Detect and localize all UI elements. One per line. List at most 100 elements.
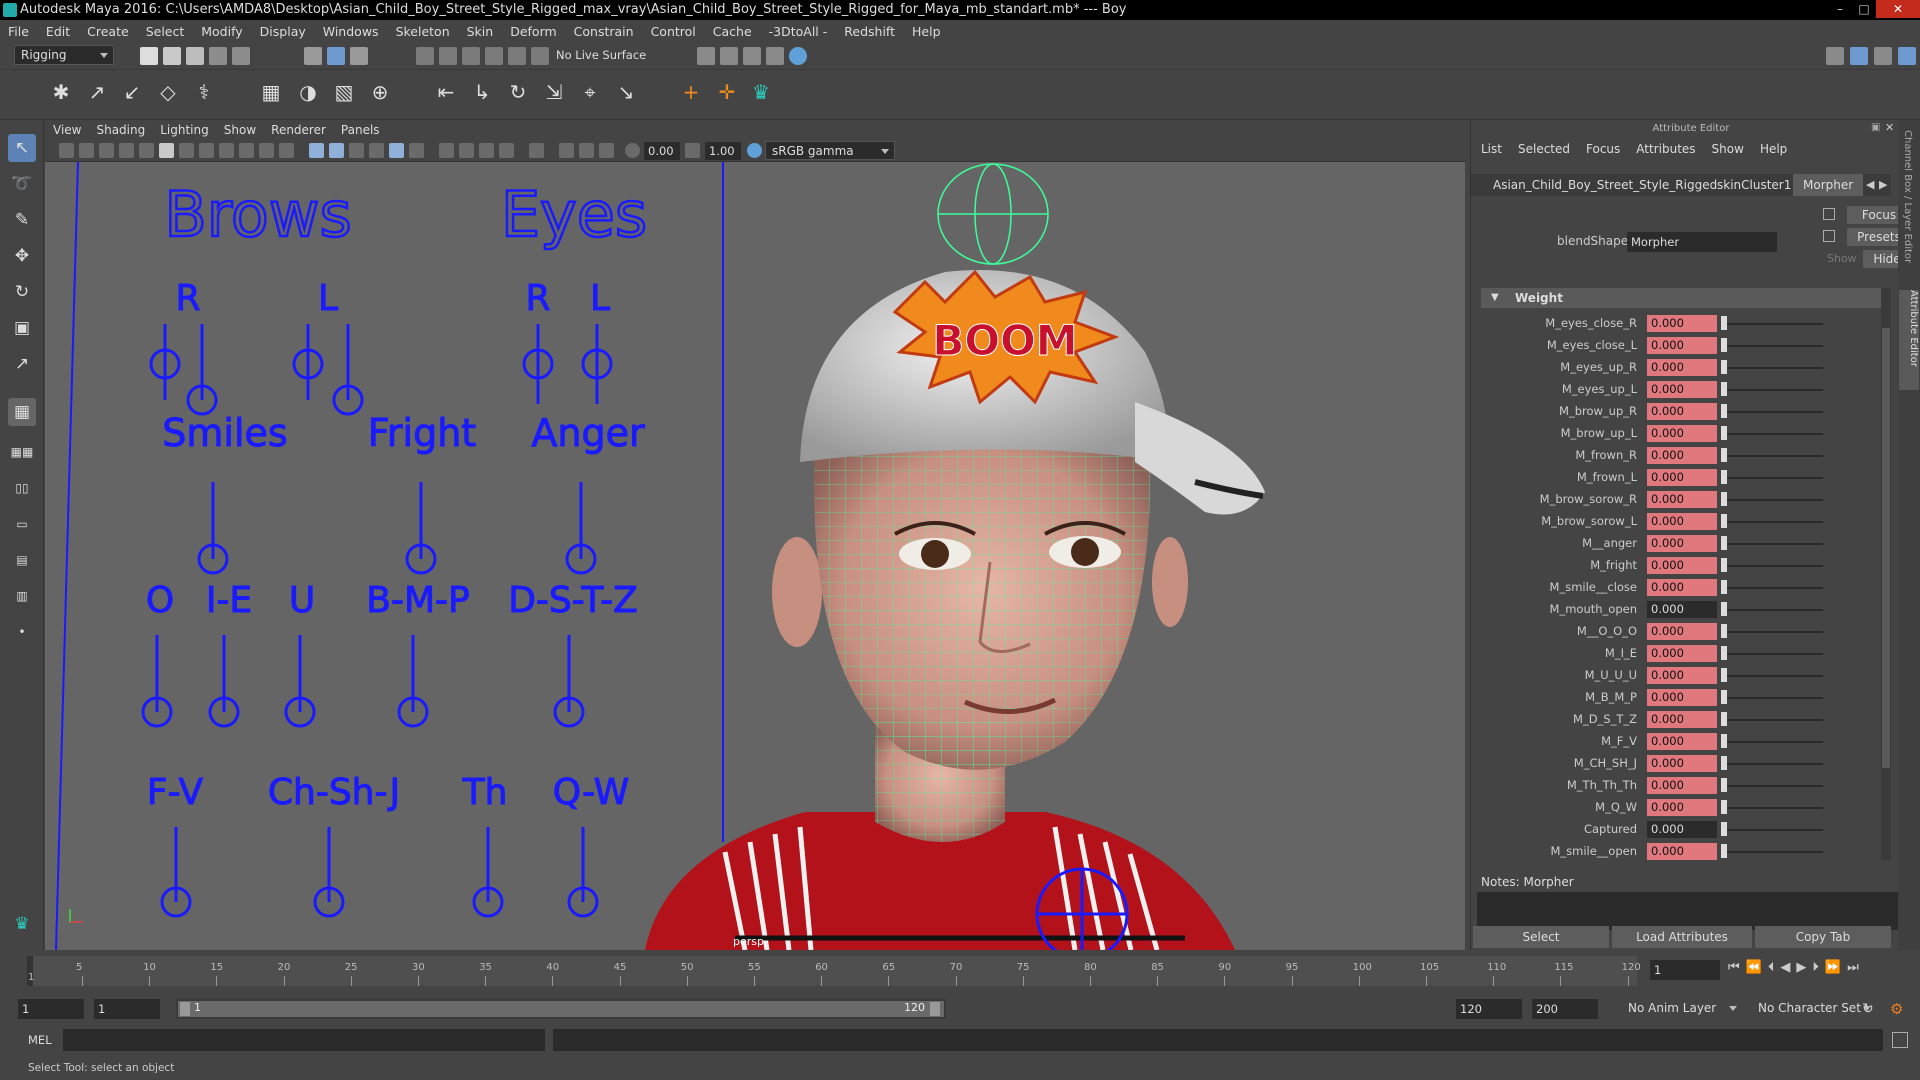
grease-pencil-icon[interactable] bbox=[139, 143, 154, 158]
save-scene-icon[interactable] bbox=[186, 47, 204, 65]
slider-brow-l-2[interactable] bbox=[332, 324, 364, 416]
playback-end-field[interactable]: 120 bbox=[1456, 999, 1522, 1019]
rotate-tool-icon[interactable]: ↻ bbox=[8, 278, 36, 306]
menu-control[interactable]: Control bbox=[651, 24, 696, 39]
redo-icon[interactable] bbox=[232, 47, 250, 65]
float-panel-icon[interactable]: ▣ bbox=[1871, 122, 1880, 133]
field-chart-icon[interactable] bbox=[239, 143, 254, 158]
viewport-menu-view[interactable]: View bbox=[53, 123, 81, 137]
weight-value-field[interactable]: 0.000 bbox=[1647, 513, 1717, 530]
slider-viseme-th[interactable] bbox=[472, 827, 504, 918]
play-backwards-icon[interactable]: ◀ bbox=[1780, 960, 1790, 975]
viewport-menu-show[interactable]: Show bbox=[224, 123, 256, 137]
slider-viseme-o[interactable] bbox=[141, 635, 173, 728]
ae-menu-focus[interactable]: Focus bbox=[1586, 142, 1620, 156]
menu-file[interactable]: File bbox=[8, 24, 29, 39]
weight-slider[interactable] bbox=[1727, 829, 1823, 831]
go-to-end-icon[interactable]: ⏭ bbox=[1847, 960, 1859, 975]
wireframe-icon[interactable] bbox=[309, 143, 324, 158]
range-slider[interactable]: 1 120 bbox=[176, 999, 946, 1019]
menu-redshift[interactable]: Redshift bbox=[844, 24, 895, 39]
slider-anger[interactable] bbox=[565, 482, 597, 575]
menu-select[interactable]: Select bbox=[146, 24, 185, 39]
weight-slider[interactable] bbox=[1727, 477, 1823, 479]
weight-value-field[interactable]: 0.000 bbox=[1647, 315, 1717, 332]
slider-brow-l-1[interactable] bbox=[292, 324, 324, 400]
slider-brow-r-1[interactable] bbox=[149, 324, 181, 400]
weight-section-header[interactable]: ▼ Weight bbox=[1481, 288, 1891, 308]
pole-vector-icon[interactable]: ↘ bbox=[613, 79, 639, 105]
weight-value-field[interactable]: 0.000 bbox=[1647, 601, 1717, 618]
weight-value-field[interactable]: 0.000 bbox=[1647, 755, 1717, 772]
slider-viseme-qw[interactable] bbox=[567, 827, 599, 918]
weight-value-field[interactable]: 0.000 bbox=[1647, 821, 1717, 838]
colorspace-dropdown[interactable]: sRGB gamma bbox=[765, 141, 895, 160]
wireframe-on-shaded-icon[interactable] bbox=[369, 143, 384, 158]
gamma-field[interactable]: 1.00 bbox=[705, 142, 741, 160]
layout-single-icon[interactable]: ▦ bbox=[8, 398, 36, 426]
scale-tool-icon[interactable]: ▣ bbox=[8, 314, 36, 342]
step-back-key-icon[interactable]: ⏪ bbox=[1746, 960, 1762, 975]
menu-skeleton[interactable]: Skeleton bbox=[396, 24, 450, 39]
anti-aliasing-icon[interactable] bbox=[499, 143, 514, 158]
scale-constraint-icon[interactable]: ⇲ bbox=[541, 79, 567, 105]
weight-slider[interactable] bbox=[1727, 675, 1823, 677]
paint-weights-icon[interactable]: ◑ bbox=[295, 79, 321, 105]
joint-tool-icon[interactable]: ✱ bbox=[48, 79, 74, 105]
live-surface-label[interactable]: No Live Surface bbox=[556, 48, 646, 62]
weight-slider[interactable] bbox=[1727, 763, 1823, 765]
weight-value-field[interactable]: 0.000 bbox=[1647, 447, 1717, 464]
layout-four-icon[interactable]: ▦▦ bbox=[8, 438, 36, 466]
time-slider-track[interactable]: 1 5 10 15 20 25 30 35 40 45 50 55 60 65 70 75 80 85 90 95 1… bbox=[27, 956, 1641, 986]
ipr-render-icon[interactable] bbox=[720, 47, 738, 65]
slider-viseme-ie[interactable] bbox=[208, 635, 240, 728]
auto-key-icon[interactable]: ↻ bbox=[1862, 1001, 1874, 1017]
start-time-field[interactable]: 1 bbox=[18, 999, 84, 1019]
weight-value-field[interactable]: 0.000 bbox=[1647, 843, 1717, 860]
weight-slider[interactable] bbox=[1727, 367, 1823, 369]
weight-slider[interactable] bbox=[1727, 609, 1823, 611]
weight-value-field[interactable]: 0.000 bbox=[1647, 381, 1717, 398]
menu-edit[interactable]: Edit bbox=[46, 24, 70, 39]
weight-value-field[interactable]: 0.000 bbox=[1647, 645, 1717, 662]
weight-value-field[interactable]: 0.000 bbox=[1647, 799, 1717, 816]
last-tool-icon[interactable]: ↗ bbox=[8, 350, 36, 378]
open-scene-icon[interactable] bbox=[163, 47, 181, 65]
snap-curve-icon[interactable] bbox=[439, 47, 457, 65]
weight-value-field[interactable]: 0.000 bbox=[1647, 667, 1717, 684]
weight-value-field[interactable]: 0.000 bbox=[1647, 733, 1717, 750]
weight-slider[interactable] bbox=[1727, 785, 1823, 787]
maximize-icon[interactable]: □ bbox=[1852, 0, 1876, 18]
weight-slider[interactable] bbox=[1727, 719, 1823, 721]
weight-slider[interactable] bbox=[1727, 851, 1823, 853]
select-node-icon[interactable] bbox=[1823, 208, 1835, 220]
use-all-lights-icon[interactable] bbox=[409, 143, 424, 158]
menu-constrain[interactable]: Constrain bbox=[574, 24, 634, 39]
select-button[interactable]: Select bbox=[1473, 926, 1609, 948]
lasso-tool-icon[interactable]: ➰ bbox=[8, 170, 36, 198]
menuset-dropdown[interactable]: Rigging bbox=[14, 45, 114, 65]
weight-slider[interactable] bbox=[1727, 631, 1823, 633]
tab-scroll-right-icon[interactable]: ▶ bbox=[1879, 178, 1887, 191]
exposure-field[interactable]: 0.00 bbox=[644, 142, 680, 160]
viewport-menu-shading[interactable]: Shading bbox=[96, 123, 145, 137]
ae-menu-selected[interactable]: Selected bbox=[1518, 142, 1570, 156]
lattice-icon[interactable]: ▧ bbox=[331, 79, 357, 105]
new-scene-icon[interactable] bbox=[140, 47, 158, 65]
weight-value-field[interactable]: 0.000 bbox=[1647, 337, 1717, 354]
menu-3dtoall[interactable]: -3DtoAll - bbox=[769, 24, 828, 39]
bind-skin-icon[interactable]: ▦ bbox=[258, 79, 284, 105]
weight-slider[interactable] bbox=[1727, 741, 1823, 743]
viewport-menu-renderer[interactable]: Renderer bbox=[271, 123, 326, 137]
slider-viseme-dstz[interactable] bbox=[553, 635, 585, 728]
snap-grid-icon[interactable] bbox=[416, 47, 434, 65]
snap-point-icon[interactable] bbox=[462, 47, 480, 65]
weight-value-field[interactable]: 0.000 bbox=[1647, 535, 1717, 552]
snap-surface-icon[interactable] bbox=[508, 47, 526, 65]
weight-value-field[interactable]: 0.000 bbox=[1647, 359, 1717, 376]
select-object-icon[interactable] bbox=[327, 47, 345, 65]
menu-display[interactable]: Display bbox=[260, 24, 306, 39]
aim-constraint-icon[interactable]: ⌖ bbox=[577, 79, 603, 105]
color-management-icon[interactable] bbox=[747, 143, 762, 158]
exposure-icon[interactable] bbox=[625, 143, 640, 158]
